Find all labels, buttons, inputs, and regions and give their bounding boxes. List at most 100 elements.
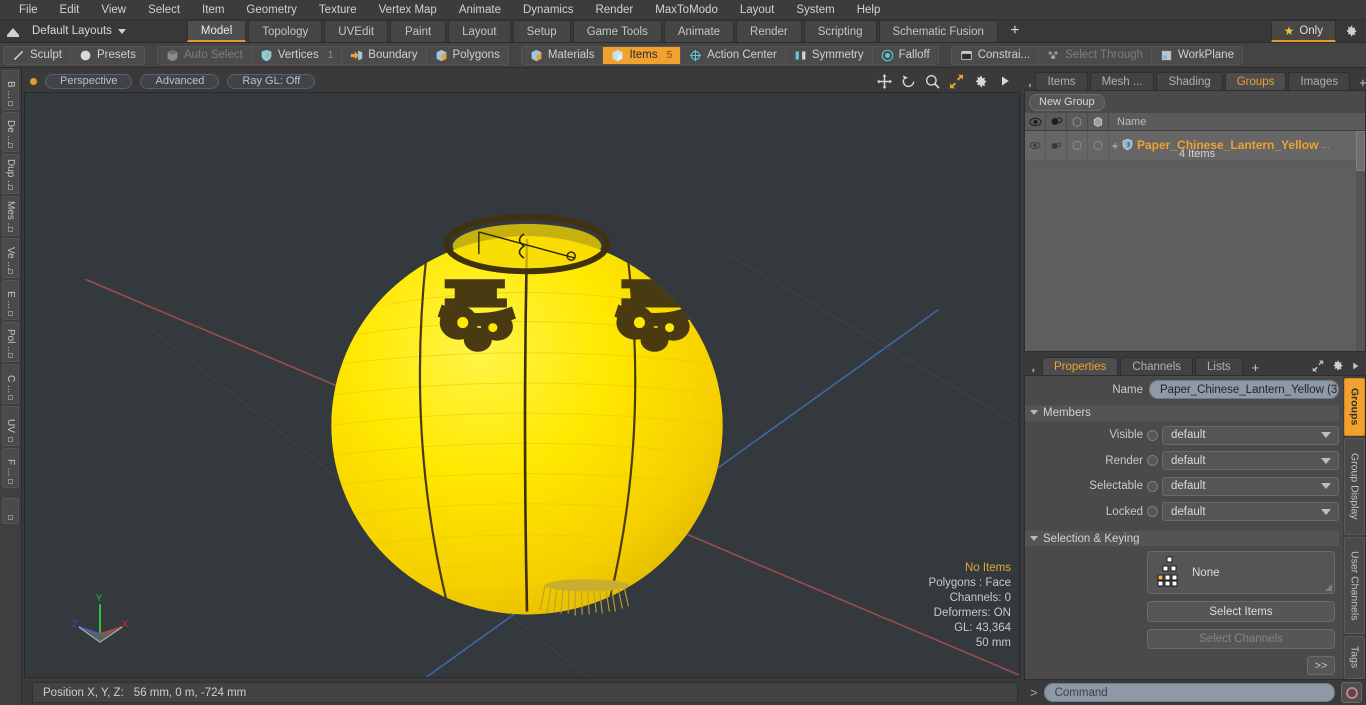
panel-tab-groups[interactable]: Groups [1224, 72, 1287, 90]
members-section-header[interactable]: Members [1025, 405, 1339, 421]
eye-icon[interactable] [1025, 113, 1046, 130]
menu-item-select[interactable]: Select [137, 0, 191, 20]
materials-button[interactable]: Materials [522, 46, 604, 64]
visible-radio[interactable] [1147, 429, 1158, 441]
raygl-toggle[interactable]: Ray GL: Off [227, 73, 316, 89]
groups-list-body[interactable]: + Paper_Chinese_Lantern_Yellow ... 4 Ite… [1025, 131, 1365, 351]
left-vtab-basic[interactable]: B ... [2, 70, 19, 110]
rotate-icon[interactable] [901, 74, 916, 89]
menu-item-geometry[interactable]: Geometry [235, 0, 308, 20]
action-center-button[interactable]: Action Center [681, 46, 786, 64]
panel-tab-items[interactable]: Items [1035, 72, 1088, 90]
fit-icon[interactable] [949, 73, 964, 89]
rvtab-tags[interactable]: Tags [1344, 635, 1365, 679]
cube-outline-icon[interactable] [1067, 113, 1088, 130]
items-button[interactable]: Items 5 [603, 46, 682, 64]
panel-tab-mesh[interactable]: Mesh ... [1089, 72, 1155, 90]
new-group-button[interactable]: New Group [1029, 93, 1105, 111]
menu-item-texture[interactable]: Texture [308, 0, 368, 20]
row-render-icon[interactable] [1046, 131, 1067, 160]
row-cube-outline-icon[interactable] [1067, 131, 1088, 160]
visible-dropdown[interactable]: default [1162, 425, 1339, 445]
menu-item-edit[interactable]: Edit [49, 0, 91, 20]
rvtab-group-display[interactable]: Group Display [1344, 438, 1365, 535]
move-icon[interactable] [877, 73, 892, 89]
select-channels-button[interactable]: Select Channels [1147, 628, 1335, 650]
tab-setup[interactable]: Setup [512, 20, 571, 42]
locked-dropdown[interactable]: default [1162, 502, 1339, 522]
left-vtab-duplicate[interactable]: Dup ... [2, 154, 19, 194]
menu-item-view[interactable]: View [90, 0, 137, 20]
menu-item-animate[interactable]: Animate [448, 0, 512, 20]
command-input[interactable]: Command [1043, 683, 1335, 702]
tab-render[interactable]: Render [736, 20, 802, 42]
gear-icon[interactable] [1336, 20, 1366, 42]
resize-corner-icon[interactable] [1325, 584, 1332, 592]
expand-icon[interactable] [1312, 359, 1324, 375]
left-vtab-blank[interactable] [2, 498, 19, 524]
properties-menu-icon[interactable]: ◐ [1028, 365, 1040, 375]
menu-item-render[interactable]: Render [584, 0, 644, 20]
panel-tab-properties[interactable]: Properties [1042, 357, 1119, 375]
menu-item-layout[interactable]: Layout [729, 0, 786, 20]
panel-tab-lists[interactable]: Lists [1195, 357, 1243, 375]
selection-set-field[interactable]: None [1147, 551, 1335, 595]
workplane-button[interactable]: WorkPlane [1152, 47, 1242, 64]
panel-tab-channels[interactable]: Channels [1120, 357, 1194, 375]
render-dropdown[interactable]: default [1162, 451, 1339, 471]
scrollbar-thumb[interactable] [1356, 131, 1365, 171]
boundary-button[interactable]: Boundary [342, 46, 427, 64]
only-toggle-button[interactable]: ★ Only [1270, 20, 1336, 42]
tab-animate[interactable]: Animate [663, 20, 735, 42]
play-icon[interactable] [997, 74, 1012, 89]
menu-item-maxtomodo[interactable]: MaxToModo [644, 0, 729, 20]
menu-item-item[interactable]: Item [191, 0, 235, 20]
falloff-button[interactable]: Falloff [873, 47, 938, 64]
select-items-button[interactable]: Select Items [1147, 601, 1335, 622]
zoom-icon[interactable] [925, 74, 940, 89]
add-tab-button[interactable]: + [1000, 20, 1030, 42]
constraint-button[interactable]: Constrai... [952, 46, 1040, 64]
left-vtab-mesh[interactable]: Mes ... [2, 196, 19, 236]
left-vtab-uv[interactable]: UV [2, 406, 19, 446]
tab-paint[interactable]: Paint [390, 20, 447, 42]
polygons-button[interactable]: Polygons [427, 47, 508, 64]
row-cube-outline-icon-2[interactable] [1088, 131, 1109, 160]
left-vtab-edge[interactable]: E ... [2, 280, 19, 320]
selectable-radio[interactable] [1147, 480, 1158, 492]
locked-radio[interactable] [1147, 506, 1158, 518]
name-field[interactable]: Paper_Chinese_Lantern_Yellow (3) [1149, 380, 1339, 399]
menu-item-vertex-map[interactable]: Vertex Map [368, 0, 448, 20]
menu-item-dynamics[interactable]: Dynamics [512, 0, 584, 20]
auto-select-button[interactable]: Auto Select [158, 46, 252, 64]
3d-viewport[interactable]: No Items Polygons : Face Channels: 0 Def… [24, 92, 1020, 678]
render-radio[interactable] [1147, 455, 1158, 467]
left-vtab-vertex[interactable]: Ve ... [2, 238, 19, 278]
row-expand-toggle[interactable]: + [1109, 139, 1121, 153]
menu-item-file[interactable]: File [8, 0, 49, 20]
gear-icon[interactable] [973, 74, 988, 89]
render-icon[interactable] [1046, 113, 1067, 130]
layout-selector[interactable]: Default Layouts [26, 20, 132, 42]
rvtab-groups[interactable]: Groups [1344, 378, 1365, 437]
tab-model[interactable]: Model [186, 20, 247, 42]
arrow-right-icon[interactable] [1351, 361, 1360, 374]
left-vtab-polygon[interactable]: Pol ... [2, 322, 19, 362]
shading-selector[interactable]: Advanced [140, 73, 220, 89]
symmetry-button[interactable]: Symmetry [786, 46, 873, 64]
cube-solid-icon[interactable] [1088, 113, 1109, 130]
tab-layout[interactable]: Layout [448, 20, 511, 42]
menu-item-help[interactable]: Help [846, 0, 892, 20]
panel-add-tab-button[interactable]: + [1352, 75, 1366, 90]
tab-scripting[interactable]: Scripting [803, 20, 877, 42]
menu-item-system[interactable]: System [785, 0, 845, 20]
view-mode-selector[interactable]: Perspective [45, 73, 133, 89]
gear-icon[interactable] [1331, 359, 1344, 375]
home-icon[interactable] [0, 20, 26, 42]
groups-list-scrollbar[interactable] [1356, 131, 1365, 351]
presets-button[interactable]: Presets [71, 47, 144, 64]
vertices-button[interactable]: Vertices 1 [252, 46, 343, 64]
more-options-button[interactable]: >> [1307, 656, 1335, 675]
tab-topology[interactable]: Topology [248, 20, 323, 42]
tab-game-tools[interactable]: Game Tools [572, 20, 662, 42]
